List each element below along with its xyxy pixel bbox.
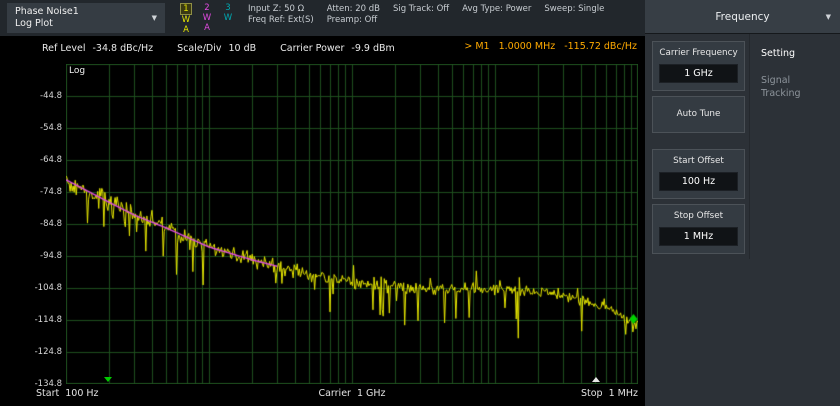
analyzer-screenshot: Phase Noise1 Log Plot ▼ 1 W A 2 W A 3 <box>0 0 840 420</box>
frequency-menu-panel: Frequency ▼ Carrier Frequency 1 GHz Auto… <box>645 0 840 406</box>
setting-freq-ref: Freq Ref: Ext(S) <box>248 15 314 26</box>
setting-preamp: Preamp: Off <box>327 15 380 26</box>
measurement-name: Phase Noise1 <box>15 6 79 18</box>
setting-avg-type-value: Avg Type: Power <box>462 4 531 15</box>
trace-2-detector: A <box>204 23 210 33</box>
start-offset-button-label: Start Offset <box>653 150 744 171</box>
trace-legend: 1 W A 2 W A 3 W <box>179 0 235 36</box>
setting-sweep: Sweep: Single <box>544 4 604 36</box>
measurement-title: Phase Noise1 Log Plot <box>15 6 79 31</box>
measurement-selector[interactable]: Phase Noise1 Log Plot ▼ <box>7 3 165 33</box>
y-tick: -64.8 <box>18 155 62 165</box>
top-bar: Phase Noise1 Log Plot ▼ 1 W A 2 W A 3 <box>0 0 645 36</box>
ref-level-value[interactable]: -34.8 dBc/Hz <box>92 43 153 54</box>
marker-readout: > M1 1.0000 MHz -115.72 dBc/Hz <box>464 41 637 52</box>
menu-spacer <box>652 138 745 149</box>
y-tick: -74.8 <box>18 187 62 197</box>
trace-3-indicator[interactable]: 3 W <box>221 3 235 36</box>
start-offset-value[interactable]: 100 Hz <box>659 172 738 191</box>
panel-title-dropdown[interactable]: Frequency ▼ <box>645 0 840 34</box>
active-trace-indicator-icon <box>104 377 112 382</box>
trace-1-number[interactable]: 1 <box>180 3 192 15</box>
auto-tune-button[interactable]: Auto Tune <box>652 96 745 133</box>
panel-body: Carrier Frequency 1 GHz Auto Tune Start … <box>645 34 840 259</box>
dropdown-caret-icon: ▼ <box>152 14 157 22</box>
setting-atten: Atten: 20 dB Preamp: Off <box>327 4 380 36</box>
scale-div-value[interactable]: 10 dB <box>229 43 257 54</box>
setting-sig-track-value: Sig Track: Off <box>393 4 449 15</box>
analyzer-screen: Phase Noise1 Log Plot ▼ 1 W A 2 W A 3 <box>0 0 840 406</box>
setting-sweep-value: Sweep: Single <box>544 4 604 15</box>
panel-title: Frequency <box>715 11 769 23</box>
start-offset-button[interactable]: Start Offset 100 Hz <box>652 149 745 199</box>
stop-offset-value[interactable]: 1 MHz <box>659 227 738 246</box>
carrier-frequency-button[interactable]: Carrier Frequency 1 GHz <box>652 41 745 91</box>
marker-id: > M1 <box>464 41 489 52</box>
stop-offset-label: Stop 1 MHz <box>66 388 638 399</box>
tab-signal-tracking[interactable]: Signal Tracking <box>759 73 821 113</box>
y-tick: -44.8 <box>18 91 62 101</box>
trace-3-mode: W <box>224 13 232 23</box>
meter-settings: Input Z: 50 Ω Freq Ref: Ext(S) Atten: 20… <box>248 0 604 36</box>
setting-input-z: Input Z: 50 Ω <box>248 4 314 15</box>
menu-column: Carrier Frequency 1 GHz Auto Tune Start … <box>645 34 749 259</box>
y-tick: -114.8 <box>18 315 62 325</box>
measurement-view: Log Plot <box>15 18 79 30</box>
setting-atten-value: Atten: 20 dB <box>327 4 380 15</box>
y-tick: -124.8 <box>18 347 62 357</box>
trace-3-number[interactable]: 3 <box>222 3 234 13</box>
setting-sig-track: Sig Track: Off <box>393 4 449 36</box>
y-tick: -94.8 <box>18 251 62 261</box>
carrier-frequency-label: Carrier Frequency <box>653 42 744 63</box>
trace-1-mode: W <box>182 15 190 25</box>
measurement-bar: Ref Level -34.8 dBc/Hz Scale/Div 10 dB C… <box>0 38 645 58</box>
y-tick: -104.8 <box>18 283 62 293</box>
stop-offset-button[interactable]: Stop Offset 1 MHz <box>652 204 745 254</box>
trace-2-number[interactable]: 2 <box>201 3 213 13</box>
auto-tune-label: Auto Tune <box>653 97 744 132</box>
carrier-frequency-value[interactable]: 1 GHz <box>659 64 738 83</box>
trace-2-indicator[interactable]: 2 W A <box>200 3 214 36</box>
y-scale-type-label: Log <box>69 66 85 76</box>
trace-1-indicator[interactable]: 1 W A <box>179 3 193 36</box>
tab-setting[interactable]: Setting <box>759 46 821 73</box>
menu-tabs: Setting Signal Tracking <box>749 34 840 259</box>
y-tick: -84.8 <box>18 219 62 229</box>
marker-level: -115.72 dBc/Hz <box>564 41 637 52</box>
trace-2-mode: W <box>203 13 211 23</box>
y-tick: -54.8 <box>18 123 62 133</box>
setting-input: Input Z: 50 Ω Freq Ref: Ext(S) <box>248 4 314 36</box>
phase-noise-plot[interactable] <box>66 64 638 384</box>
stop-offset-button-label: Stop Offset <box>653 205 744 226</box>
ref-level-label: Ref Level <box>42 43 85 54</box>
carrier-power-value: -9.9 dBm <box>351 43 394 54</box>
panel-caret-icon: ▼ <box>826 13 831 21</box>
scale-div-label: Scale/Div <box>177 43 221 54</box>
marker-freq: 1.0000 MHz <box>499 41 556 52</box>
trace-1-detector: A <box>183 25 189 35</box>
marker-position-indicator-icon <box>592 377 600 382</box>
carrier-power-label: Carrier Power <box>280 43 344 54</box>
setting-avg-type: Avg Type: Power <box>462 4 531 36</box>
